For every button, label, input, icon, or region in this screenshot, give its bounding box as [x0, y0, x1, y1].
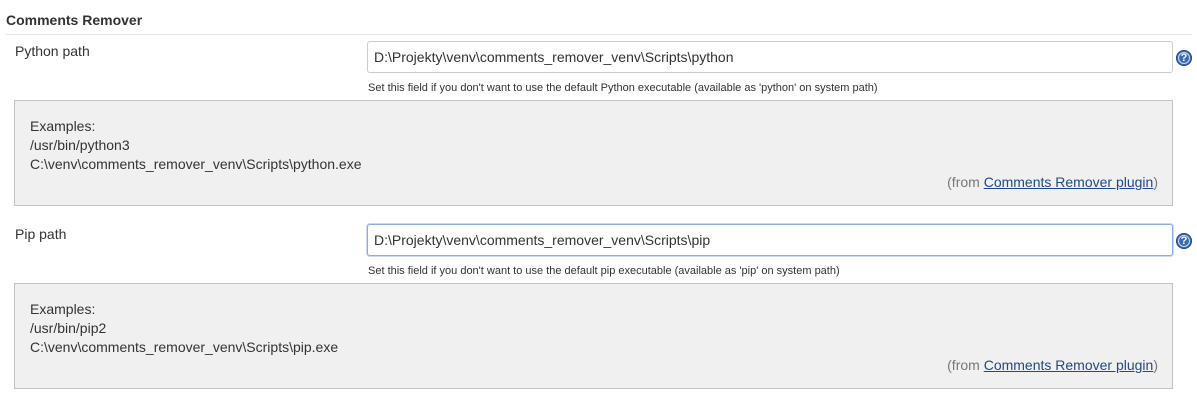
help-source: (from Comments Remover plugin)	[947, 357, 1158, 373]
help-line: C:\venv\comments_remover_venv\Scripts\py…	[30, 156, 362, 172]
help-line: /usr/bin/python3	[30, 137, 130, 153]
section-title: Comments Remover	[6, 12, 143, 28]
python-path-input[interactable]	[367, 41, 1173, 73]
pip-path-input[interactable]	[367, 224, 1173, 256]
question-circle-icon[interactable]: ?	[1176, 233, 1192, 249]
help-source: (from Comments Remover plugin)	[947, 174, 1158, 190]
question-circle-icon[interactable]: ?	[1176, 50, 1192, 66]
pip-path-hint: Set this field if you don't want to use …	[368, 265, 840, 277]
comments-remover-plugin-link[interactable]: Comments Remover plugin	[984, 174, 1154, 190]
section-divider	[5, 34, 1192, 35]
comments-remover-section: Comments Remover Python path ? Set this …	[0, 0, 1197, 411]
pip-path-label: Pip path	[15, 226, 67, 242]
help-line: Examples:	[30, 301, 96, 317]
help-source-prefix: (from	[947, 357, 984, 373]
help-line: C:\venv\comments_remover_venv\Scripts\pi…	[30, 339, 339, 355]
help-line: /usr/bin/pip2	[30, 320, 107, 336]
python-path-help-panel: Examples: /usr/bin/python3 C:\venv\comme…	[14, 100, 1173, 206]
help-line: Examples:	[30, 118, 96, 134]
pip-path-help-panel: Examples: /usr/bin/pip2 C:\venv\comments…	[14, 283, 1173, 389]
comments-remover-plugin-link[interactable]: Comments Remover plugin	[984, 357, 1154, 373]
help-source-prefix: (from	[947, 174, 984, 190]
help-source-suffix: )	[1153, 357, 1158, 373]
help-source-suffix: )	[1153, 174, 1158, 190]
python-path-label: Python path	[15, 43, 90, 59]
python-path-hint: Set this field if you don't want to use …	[368, 82, 878, 94]
